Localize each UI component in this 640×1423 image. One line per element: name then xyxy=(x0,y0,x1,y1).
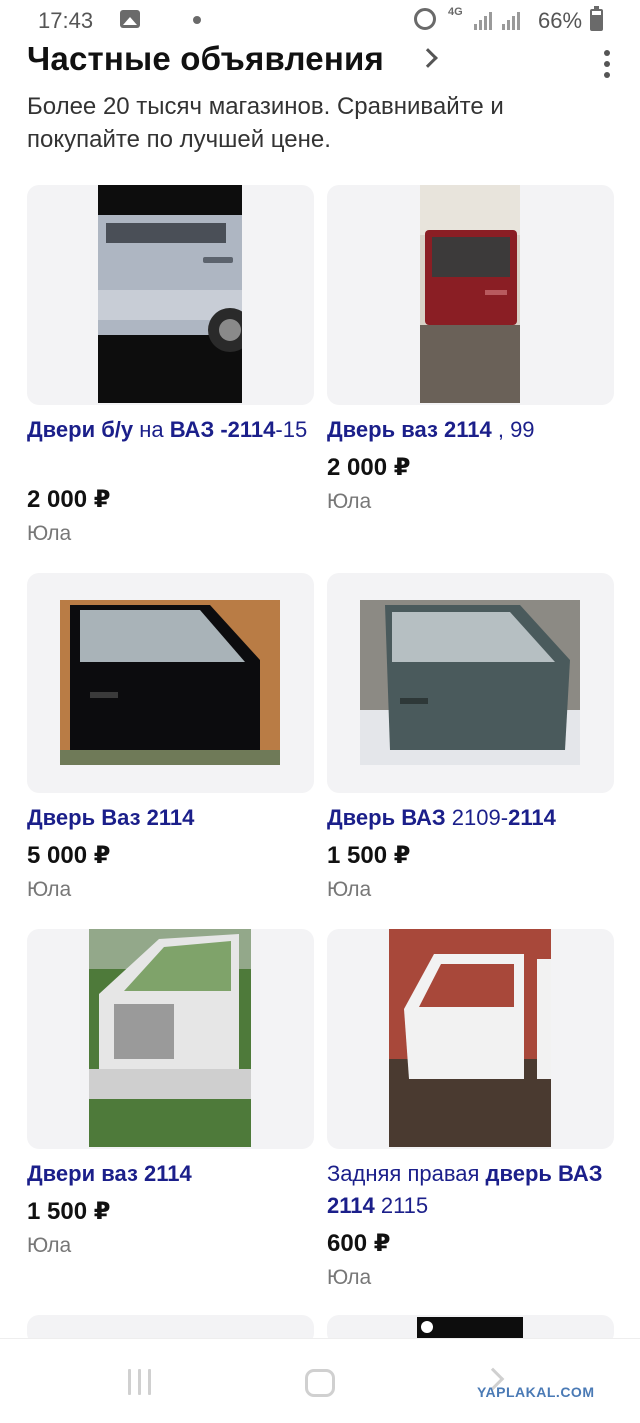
watermark: YAPLAKAL.COM xyxy=(477,1384,595,1400)
listing-title[interactable]: Дверь Ваз 2114 xyxy=(27,802,314,834)
title-bold-part: Двери б/у xyxy=(27,417,134,442)
listing-image[interactable] xyxy=(327,185,614,405)
section-subtitle: Более 20 тысяч магазинов. Сравнивайте и … xyxy=(27,93,504,153)
chevron-right-icon[interactable] xyxy=(418,48,438,68)
title-plain-part: -15 xyxy=(275,417,308,442)
car-door-photo xyxy=(89,929,251,1147)
listing-image[interactable] xyxy=(27,185,314,405)
title-bold-part: 2114 xyxy=(508,805,556,830)
gallery-notification-icon xyxy=(120,10,140,28)
status-time: 17:43 xyxy=(38,8,94,33)
listing-title[interactable]: Двери б/у на ВАЗ -2114-15 xyxy=(27,414,314,446)
car-door-photo xyxy=(389,929,551,1147)
battery-icon xyxy=(590,6,603,31)
listing-price: 1 500 ₽ xyxy=(27,1198,111,1225)
listing-seller: Юла xyxy=(327,1266,372,1289)
home-icon[interactable] xyxy=(305,1369,335,1397)
listing-seller: Юла xyxy=(27,1234,72,1257)
title-plain-part: Задняя правая xyxy=(327,1161,486,1186)
car-door-photo xyxy=(60,600,280,765)
status-bar: 17:43 4G 66% xyxy=(0,0,640,40)
listing-title[interactable]: Задняя правая дверь ВАЗ 2114 2115 xyxy=(327,1158,614,1222)
title-bold-part: Дверь Ваз 2114 xyxy=(27,805,195,830)
listing-price: 600 ₽ xyxy=(327,1230,391,1257)
listing-price: 1 500 ₽ xyxy=(327,842,411,869)
network-type: 4G xyxy=(448,6,463,18)
title-plain-part: на xyxy=(133,417,170,442)
close-icon[interactable] xyxy=(421,1321,433,1333)
section-title[interactable]: Частные объявления xyxy=(27,40,384,78)
title-bold-part: Дверь ВАЗ xyxy=(327,805,446,830)
listing-title[interactable]: Дверь ваз 2114 , 99 xyxy=(327,414,614,446)
listing-seller: Юла xyxy=(327,490,372,513)
car-door-photo xyxy=(420,185,520,403)
title-bold-part: Дверь ваз 2114 xyxy=(327,417,492,442)
recents-icon[interactable] xyxy=(128,1369,156,1395)
alarm-icon xyxy=(414,8,436,30)
listing-price: 2 000 ₽ xyxy=(327,454,411,481)
title-bold-part: Двери ваз 2114 xyxy=(27,1161,192,1186)
listing-title[interactable]: Дверь ВАЗ 2109-2114 xyxy=(327,802,614,834)
listing-seller: Юла xyxy=(327,878,372,901)
listing-image[interactable] xyxy=(327,573,614,793)
title-plain-part: , 99 xyxy=(491,417,535,442)
battery-percent: 66% xyxy=(538,8,583,33)
system-nav-bar xyxy=(0,1338,640,1423)
listing-image[interactable] xyxy=(27,573,314,793)
car-door-photo xyxy=(98,185,242,403)
car-door-photo xyxy=(360,600,580,765)
notification-dot-icon xyxy=(193,16,201,24)
listing-title[interactable]: Двери ваз 2114 xyxy=(27,1158,314,1190)
title-plain-part: 2115 xyxy=(374,1193,429,1218)
signal-icon xyxy=(474,10,494,30)
listing-image[interactable] xyxy=(327,929,614,1149)
title-bold-part: ВАЗ -2114 xyxy=(169,417,276,442)
signal-icon-2 xyxy=(502,10,522,30)
listing-seller: Юла xyxy=(27,522,72,545)
listing-image[interactable] xyxy=(27,929,314,1149)
listing-price: 5 000 ₽ xyxy=(27,842,111,869)
listing-seller: Юла xyxy=(27,878,72,901)
listing-price: 2 000 ₽ xyxy=(27,486,111,513)
title-plain-part: 2109- xyxy=(445,805,509,830)
more-vert-icon[interactable] xyxy=(600,47,614,81)
